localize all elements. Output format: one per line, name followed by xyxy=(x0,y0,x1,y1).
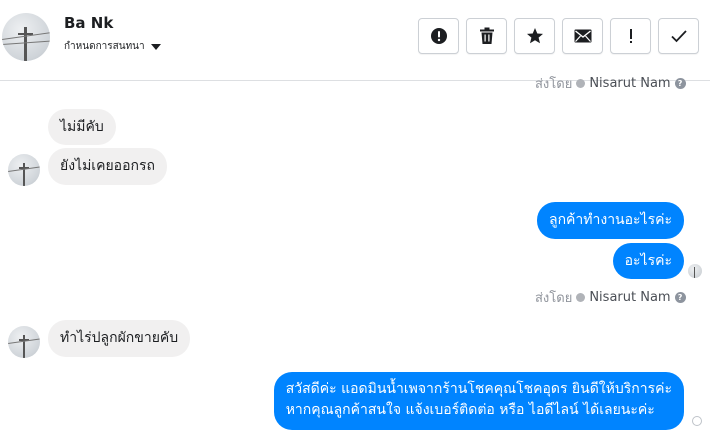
exclamation-icon xyxy=(629,29,632,43)
star-button[interactable] xyxy=(514,18,555,54)
incoming-message[interactable]: ไม่มีคับ xyxy=(48,109,116,145)
help-icon[interactable]: ? xyxy=(674,292,686,303)
checkmark-badge-icon xyxy=(576,79,586,88)
envelope-icon xyxy=(574,29,591,43)
checkmark-icon xyxy=(670,30,687,43)
outgoing-message[interactable]: อะไรค่ะ xyxy=(612,243,684,279)
conversation-settings-dropdown[interactable]: กำหนดการสนทนา xyxy=(64,39,161,54)
sent-by-prefix: ส่งโดย xyxy=(535,291,573,306)
help-icon[interactable]: ? xyxy=(674,78,686,89)
conversation-toolbar xyxy=(418,18,699,54)
sent-by-label: ส่งโดย Nisarut Nam ? xyxy=(535,287,686,308)
contact-avatar-small[interactable] xyxy=(8,326,40,358)
sent-by-label-top: ส่งโดย Nisarut Nam ? xyxy=(535,73,686,94)
seen-avatar xyxy=(688,264,702,278)
conversation-settings-label: กำหนดการสนทนา xyxy=(64,41,145,52)
message-text-line: สวัสดีค่ะ แอดมินน้ำเพจากร้านโชคคุณโชคอุด… xyxy=(285,381,672,397)
message-text: ยังไม่เคยออกรถ xyxy=(60,158,155,174)
message-text: อะไรค่ะ xyxy=(624,253,672,269)
follow-up-button[interactable] xyxy=(610,18,651,54)
conversation-header: Ba Nk กำหนดการสนทนา xyxy=(0,0,710,81)
sent-by-prefix: ส่งโดย xyxy=(535,77,573,92)
message-text: ลูกค้าทำงานอะไรค่ะ xyxy=(548,212,672,228)
alert-circle-icon xyxy=(430,28,447,44)
contact-avatar[interactable] xyxy=(2,13,50,61)
contact-avatar-small[interactable] xyxy=(8,154,40,186)
message-text-line: หากคุณลูกค้าสนใจ แจ้งเบอร์ติดต่อ หรือ ไอ… xyxy=(285,402,655,418)
caret-down-icon xyxy=(150,43,161,50)
mark-unread-button[interactable] xyxy=(562,18,603,54)
incoming-message[interactable]: ยังไม่เคยออกรถ xyxy=(48,148,167,185)
checkmark-badge-icon xyxy=(576,293,586,302)
incoming-message[interactable]: ทำไร่ปลูกผักขายคับ xyxy=(48,320,191,357)
delete-button[interactable] xyxy=(466,18,507,54)
message-thread[interactable]: ส่งโดย Nisarut Nam ? ไม่มีคับ ยังไม่เคยอ… xyxy=(0,76,710,431)
delivered-status-icon xyxy=(692,416,702,426)
spam-button[interactable] xyxy=(418,18,459,54)
star-icon xyxy=(526,28,543,44)
agent-name: Nisarut Nam xyxy=(589,76,671,91)
outgoing-message-long[interactable]: สวัสดีค่ะ แอดมินน้ำเพจากร้านโชคคุณโชคอุด… xyxy=(273,372,684,430)
message-text: ทำไร่ปลูกผักขายคับ xyxy=(60,330,179,346)
message-text: ไม่มีคับ xyxy=(60,119,104,135)
trash-icon xyxy=(479,27,494,44)
agent-name: Nisarut Nam xyxy=(589,290,671,305)
contact-name[interactable]: Ba Nk xyxy=(64,14,113,32)
mark-done-button[interactable] xyxy=(658,18,699,54)
outgoing-message[interactable]: ลูกค้าทำงานอะไรค่ะ xyxy=(536,202,684,239)
